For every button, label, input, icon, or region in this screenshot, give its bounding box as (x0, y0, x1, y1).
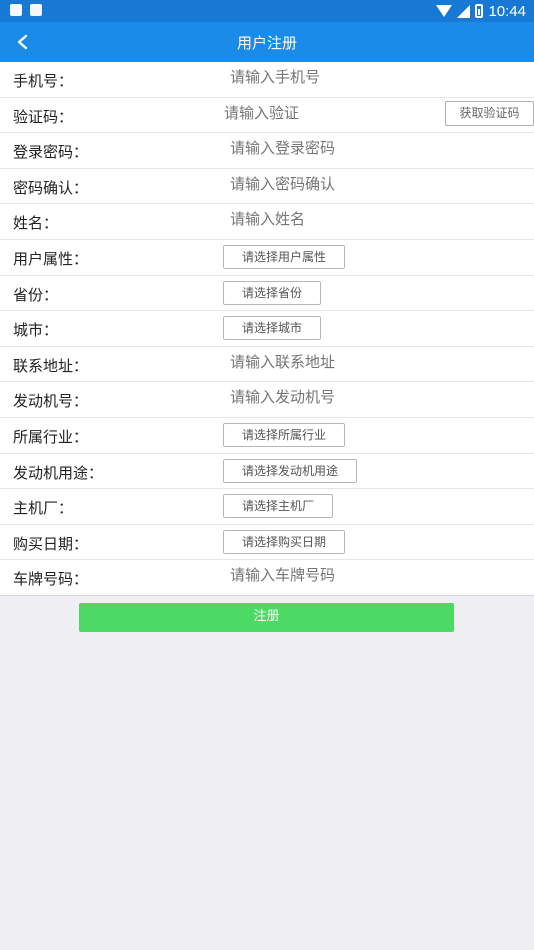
phone-label: 手机号： (13, 72, 74, 90)
user-type-label: 用户属性： (13, 249, 89, 268)
password-label: 登录密码： (13, 143, 89, 162)
wifi-icon (436, 5, 453, 17)
plate-number-label: 车牌号码： (13, 570, 89, 589)
register-button[interactable]: 注册 (79, 603, 454, 632)
form-row-industry: 所属行业： 请选择所属行业 (0, 418, 534, 454)
form-row-password: 登录密码： (0, 133, 534, 169)
form-row-city: 城市： 请选择城市 (0, 311, 534, 347)
purchase-date-select[interactable]: 请选择购买日期 (223, 529, 346, 554)
phone-input[interactable] (230, 69, 530, 86)
password-input[interactable] (230, 140, 530, 158)
code-input[interactable] (224, 104, 434, 122)
get-code-button[interactable]: 获取验证码 (445, 100, 534, 126)
app-icon (30, 4, 42, 16)
industry-label: 所属行业： (13, 427, 89, 446)
page-title: 用户注册 (236, 34, 297, 52)
form-row-code: 验证码： 获取验证码 (0, 98, 534, 134)
form-row-engine-number: 发动机号： (0, 382, 534, 418)
engine-usage-label: 发动机用途： (13, 463, 104, 482)
engine-number-label: 发动机号： (13, 392, 89, 411)
engine-number-input[interactable] (230, 389, 530, 407)
form-row-purchase-date: 购买日期： 请选择购买日期 (0, 525, 534, 561)
oem-select[interactable]: 请选择主机厂 (223, 494, 334, 519)
province-select[interactable]: 请选择省份 (223, 280, 322, 305)
nav-bar: 用户注册 (0, 22, 534, 62)
form-row-engine-usage: 发动机用途： 请选择发动机用途 (0, 454, 534, 490)
province-label: 省份： (13, 285, 59, 304)
city-label: 城市： (13, 321, 59, 340)
purchase-date-label: 购买日期： (13, 534, 89, 553)
battery-icon (475, 4, 484, 18)
status-bar: 10:44 (0, 0, 534, 22)
form-row-password-confirm: 密码确认： (0, 169, 534, 205)
form-row-province: 省份： 请选择省份 (0, 276, 534, 312)
code-label: 验证码： (13, 107, 74, 126)
password-confirm-input[interactable] (230, 175, 530, 193)
name-input[interactable] (230, 211, 530, 229)
password-confirm-label: 密码确认： (13, 178, 89, 197)
address-input[interactable] (230, 353, 530, 371)
industry-select[interactable]: 请选择所属行业 (223, 422, 346, 447)
form-row-user-type: 用户属性： 请选择用户属性 (0, 240, 534, 276)
oem-label: 主机厂： (13, 499, 74, 518)
signal-icon (457, 4, 471, 18)
form-row-oem: 主机厂： 请选择主机厂 (0, 489, 534, 525)
form-row-address: 联系地址： (0, 347, 534, 383)
status-time: 10:44 (488, 2, 526, 20)
plate-number-input[interactable] (230, 567, 530, 585)
user-type-select[interactable]: 请选择用户属性 (223, 244, 346, 269)
form-row-plate-number: 车牌号码： (0, 560, 534, 596)
android-icon (10, 4, 22, 16)
form-row-name: 姓名： (0, 204, 534, 240)
address-label: 联系地址： (13, 356, 89, 375)
name-label: 姓名： (13, 214, 59, 233)
registration-form: 手机号： 验证码： 获取验证码 登录密码： 密码确认： 姓名： 用户属性： 请选… (0, 62, 534, 596)
engine-usage-select[interactable]: 请选择发动机用途 (223, 458, 358, 483)
form-row-phone: 手机号： (0, 62, 534, 98)
city-select[interactable]: 请选择城市 (223, 316, 322, 341)
